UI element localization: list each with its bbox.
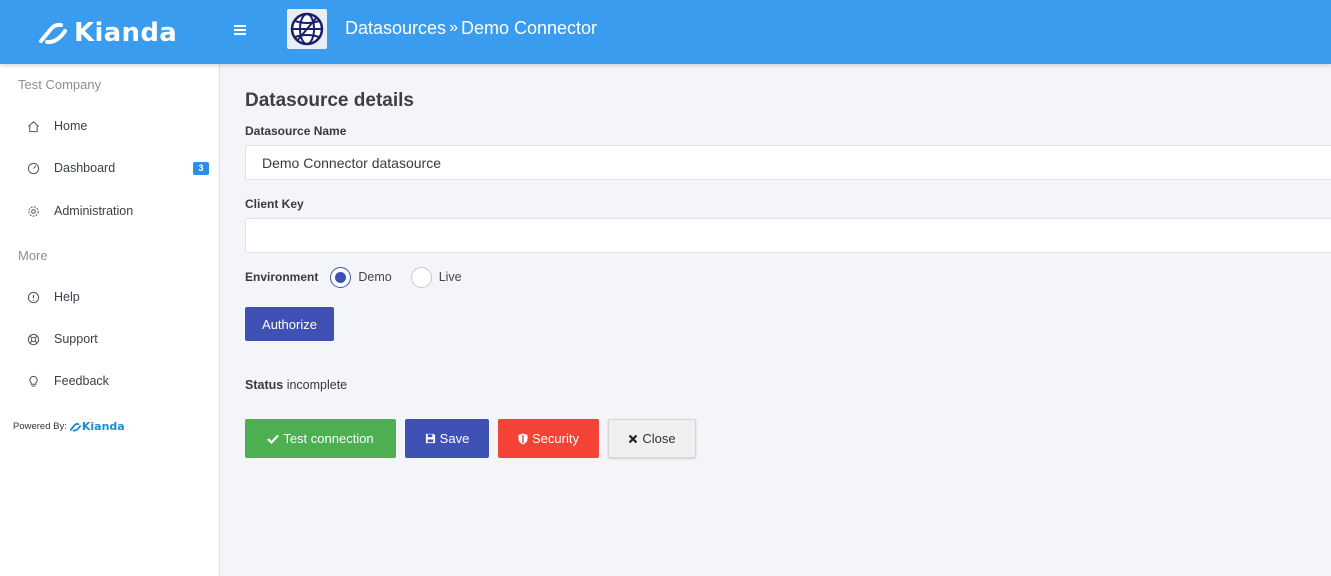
kianda-small-logo-icon: [69, 422, 81, 432]
gear-icon: [26, 204, 40, 218]
check-icon: [267, 434, 280, 444]
sidebar-item-help[interactable]: Help: [0, 280, 219, 314]
powered-by: Powered By: Kianda: [13, 420, 125, 433]
client-key-input[interactable]: [245, 218, 1331, 253]
lightbulb-icon: [26, 374, 40, 388]
shield-icon: [518, 433, 528, 445]
security-button[interactable]: Security: [498, 419, 599, 458]
close-label: Close: [642, 431, 676, 446]
environment-live-radio[interactable]: [410, 266, 432, 288]
sidebar-item-label: Support: [54, 332, 98, 346]
more-section-title: More: [18, 248, 48, 263]
breadcrumb-current: Demo Connector: [460, 18, 598, 38]
sidebar-item-home[interactable]: Home: [0, 109, 219, 143]
status-value: incomplete: [286, 378, 348, 392]
save-button[interactable]: Save: [405, 419, 489, 458]
powered-by-logo[interactable]: Kianda: [69, 420, 125, 433]
save-label: Save: [439, 431, 470, 446]
sidebar-item-label: Feedback: [54, 374, 109, 388]
sidebar-item-label: Help: [54, 290, 80, 304]
kianda-logo[interactable]: Kianda: [37, 17, 177, 49]
company-name: Test Company: [18, 77, 102, 92]
environment-demo-radio[interactable]: [330, 266, 352, 288]
lifebuoy-icon: [26, 332, 40, 346]
home-icon: [26, 119, 40, 133]
environment-label: Environment: [245, 270, 319, 284]
dashboard-badge: 3: [193, 161, 209, 175]
top-header: Kianda Datasources » Demo Connector: [0, 0, 1331, 64]
globe-icon: [287, 9, 327, 49]
authorize-button-label: Authorize: [262, 316, 317, 332]
security-label: Security: [532, 431, 579, 446]
powered-by-logo-text: Kianda: [81, 420, 125, 433]
sidebar-item-label: Administration: [54, 204, 134, 218]
page-title: Datasource details: [245, 90, 414, 111]
logo-text: Kianda: [74, 18, 178, 48]
status-line: Status incomplete: [245, 378, 347, 392]
sidebar-item-support[interactable]: Support: [0, 322, 219, 356]
close-icon: [628, 434, 638, 444]
breadcrumb-separator: »: [449, 19, 458, 36]
environment-row: Environment Demo Live: [245, 266, 481, 288]
close-button[interactable]: Close: [608, 419, 696, 458]
sidebar: Test Company Home Dashboard 3 Administra…: [0, 64, 220, 576]
hamburger-icon[interactable]: [234, 23, 248, 39]
kianda-logo-icon: [39, 22, 67, 45]
datasource-name-label: Datasource Name: [245, 124, 347, 138]
sidebar-item-label: Home: [54, 119, 88, 133]
breadcrumb: Datasources » Demo Connector: [345, 17, 597, 39]
sidebar-item-dashboard[interactable]: Dashboard 3: [0, 151, 219, 185]
status-label: Status: [245, 378, 284, 392]
info-icon: [26, 290, 40, 304]
test-connection-button[interactable]: Test connection: [245, 419, 396, 458]
client-key-label: Client Key: [245, 197, 304, 211]
powered-by-label: Powered By:: [13, 421, 67, 432]
sidebar-item-label: Dashboard: [54, 161, 116, 175]
sidebar-item-administration[interactable]: Administration: [0, 194, 219, 228]
main-content: Datasource details Datasource Name Clien…: [220, 64, 1331, 576]
sidebar-item-feedback[interactable]: Feedback: [0, 364, 219, 398]
datasource-name-input[interactable]: [245, 145, 1331, 180]
environment-live-label[interactable]: Live: [439, 270, 462, 284]
floppy-disk-icon: [425, 433, 436, 444]
test-connection-label: Test connection: [283, 431, 374, 446]
authorize-button[interactable]: Authorize: [245, 307, 334, 341]
dashboard-icon: [26, 161, 40, 175]
environment-demo-label[interactable]: Demo: [358, 270, 391, 284]
breadcrumb-parent[interactable]: Datasources: [345, 17, 446, 39]
